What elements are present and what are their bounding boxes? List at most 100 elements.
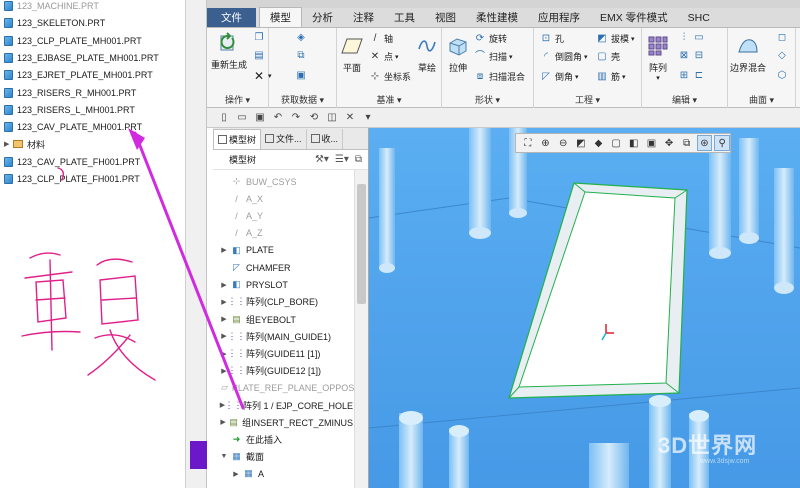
ribbon-tab-0[interactable]: 文件 (207, 8, 256, 27)
regenerate-button[interactable]: 重新生成 (211, 31, 247, 71)
save-icon[interactable]: ▣ (253, 111, 267, 125)
project-button[interactable]: ⊞ ⊏ (678, 70, 708, 82)
sketch-button[interactable]: 草绘 (415, 34, 439, 74)
tree-item[interactable]: ▶ ▤ 组EYEBOLT (213, 311, 353, 328)
freestyle-button[interactable]: ⬡ (776, 70, 791, 82)
tree-item[interactable]: / A_Y (213, 207, 353, 224)
expand-arrow-icon[interactable]: ▶ (219, 315, 229, 323)
zoom-out-icon[interactable]: ⊖ (555, 135, 571, 151)
axis-button[interactable]: / 轴 (369, 32, 393, 45)
datum-display-icon[interactable]: ✥ (661, 135, 677, 151)
panel-divider[interactable] (185, 0, 207, 488)
tree-settings-icon[interactable]: ⚒▾ (315, 154, 329, 165)
display-style-icon[interactable]: ▢ (608, 135, 624, 151)
repaint-icon[interactable]: ◩ (573, 135, 589, 151)
tab-favorites[interactable]: 收... (307, 128, 344, 149)
user-defined-feature-button[interactable]: ◈ (295, 32, 310, 44)
style-button[interactable]: ◇ (776, 50, 791, 62)
customize-icon[interactable]: ▾ (361, 111, 375, 125)
tree-show-icon[interactable]: ☰▾ (335, 154, 349, 165)
close-window-icon[interactable]: ✕ (343, 111, 357, 125)
round-button[interactable]: ◜ 倒圆角 ▾ (540, 50, 587, 63)
file-list-item[interactable]: 123_SKELETON.PRT (4, 15, 105, 31)
trim-button[interactable]: ⊠ ⊟ (678, 50, 708, 62)
ribbon-tab-9[interactable]: SHC (678, 8, 720, 27)
expand-arrow-icon[interactable]: ▶ (219, 418, 227, 426)
regenerate-small-icon[interactable]: ⟲ (307, 111, 321, 125)
tree-scrollbar-thumb[interactable] (357, 184, 366, 304)
zoom-in-icon[interactable]: ⊕ (538, 135, 554, 151)
expand-arrow-icon[interactable]: ▶ (219, 281, 229, 289)
tab-files[interactable]: 文件... (261, 128, 307, 149)
ribbon-tab-5[interactable]: 视图 (425, 8, 466, 27)
ribbon-tab-1[interactable]: 模型 (259, 7, 302, 27)
file-list-item[interactable]: 123_CAV_PLATE_FH001.PRT (4, 154, 140, 170)
hole-button[interactable]: ⊡ 孔 (540, 32, 564, 45)
file-list-item[interactable]: 123_RISERS_R_MH001.PRT (4, 85, 136, 101)
tree-item[interactable]: ▶ ▦ A (225, 465, 365, 482)
refit-icon[interactable]: ⛶ (520, 135, 536, 151)
ribbon-tab-7[interactable]: 应用程序 (528, 8, 590, 27)
ribbon-tab-8[interactable]: EMX 零件模式 (590, 8, 678, 27)
fill-button[interactable]: ◻ (776, 32, 791, 44)
perspective-icon[interactable]: ▣ (644, 135, 660, 151)
csys-button[interactable]: ⊹ 坐标系 (369, 70, 411, 83)
window-icon[interactable]: ◫ (325, 111, 339, 125)
open-file-icon[interactable]: ▭ (235, 111, 249, 125)
tree-item[interactable]: ▼ ▦ 截面 (213, 448, 353, 465)
revolve-button[interactable]: ⟳ 旋转 (474, 32, 507, 45)
tree-item[interactable]: / A_X (213, 190, 353, 207)
tree-item[interactable]: ▶ ▤ 组INSERT_RECT_ZMINUS (213, 414, 353, 431)
sweep-button[interactable]: ⌒ 扫描 ▾ (474, 50, 512, 63)
pattern-button[interactable]: 阵列 ▾ (646, 34, 670, 82)
tree-item[interactable]: ▶ ⋮⋮ 阵列 1 / EJP_CORE_HOLE (213, 397, 353, 414)
boundary-blend-button[interactable]: 边界混合 (730, 34, 766, 74)
copy-geometry-button[interactable]: ⧉ (295, 50, 310, 62)
ribbon-tab-6[interactable]: 柔性建模 (466, 8, 528, 27)
file-list-item[interactable]: 123_CLP_PLATE_MH001.PRT (4, 33, 142, 49)
plane-button[interactable]: 平面 (340, 34, 364, 74)
redo-icon[interactable]: ↷ (289, 111, 303, 125)
ribbon-tab-2[interactable]: 分析 (302, 8, 343, 27)
saved-orientations-icon[interactable]: ◆ (591, 135, 607, 151)
file-list-item[interactable]: 123_EJBASE_PLATE_MH001.PRT (4, 50, 159, 66)
expand-arrow-icon[interactable]: ▶ (231, 470, 241, 478)
file-list-item[interactable]: 123_CLP_PLATE_FH001.PRT (4, 171, 140, 187)
expand-arrow-icon[interactable]: ▶ (4, 140, 10, 148)
selection-filter-icon[interactable]: ⚲ (714, 135, 730, 151)
draft-button[interactable]: ◩ 拔模 ▾ (596, 32, 634, 45)
tree-item[interactable]: ▶ ◧ PRYSLOT (213, 276, 353, 293)
chamfer-button[interactable]: ◸ 倒角 ▾ (540, 70, 578, 83)
annotation-display-icon[interactable]: ⧉ (679, 135, 695, 151)
mirror-button[interactable]: ⫶ ▭ (678, 32, 708, 44)
tree-item[interactable]: ⊹ BUW_CSYS (213, 173, 353, 190)
ribbon-tab-3[interactable]: 注释 (343, 8, 384, 27)
tree-filter-icon[interactable]: ⧉ (355, 154, 362, 165)
file-list-folder[interactable]: ▶ 材料 (4, 136, 45, 152)
paste-button[interactable]: ▤ (253, 50, 268, 62)
expand-arrow-icon[interactable]: ▼ (219, 453, 229, 460)
tree-item[interactable]: ➜ 在此插入 (213, 431, 353, 448)
tree-item[interactable]: ▶ ⋮⋮ 阵列(CLP_BORE) (213, 293, 353, 310)
expand-arrow-icon[interactable]: ▶ (219, 246, 229, 254)
rib-button[interactable]: ▥ 筋 ▾ (596, 70, 625, 83)
file-list-item[interactable]: 123_MACHINE.PRT (4, 0, 99, 14)
tree-item[interactable]: ▶ ⋮⋮ 阵列(MAIN_GUIDE1) (213, 328, 353, 345)
spin-center-icon[interactable]: ⊛ (696, 135, 713, 151)
tab-model-tree[interactable]: 模型树 (213, 128, 262, 149)
swept-blend-button[interactable]: ⧈ 扫描混合 (474, 70, 525, 83)
tree-item[interactable]: ▶ ⋮⋮ 阵列(GUIDE12 [1]) (213, 362, 353, 379)
view-manager-icon[interactable]: ◧ (626, 135, 642, 151)
shell-button[interactable]: ▢ 壳 (596, 50, 620, 63)
copy-button[interactable]: ❐ (253, 32, 268, 44)
merge-button[interactable]: ▣ (295, 70, 310, 82)
tree-item[interactable]: ◸ CHAMFER (213, 259, 353, 276)
ribbon-tab-4[interactable]: 工具 (384, 8, 425, 27)
tree-scrollbar[interactable] (354, 170, 368, 488)
tree-item[interactable]: ▶ ⋮⋮ 阵列(GUIDE11 [1]) (213, 345, 353, 362)
tree-item[interactable]: ▶ ◧ PLATE (213, 242, 353, 259)
file-list-item[interactable]: 123_EJRET_PLATE_MH001.PRT (4, 67, 153, 83)
tree-item[interactable]: ▱ PLATE_REF_PLANE_OPPOS (213, 379, 354, 396)
undo-icon[interactable]: ↶ (271, 111, 285, 125)
tree-item[interactable]: / A_Z (213, 225, 353, 242)
